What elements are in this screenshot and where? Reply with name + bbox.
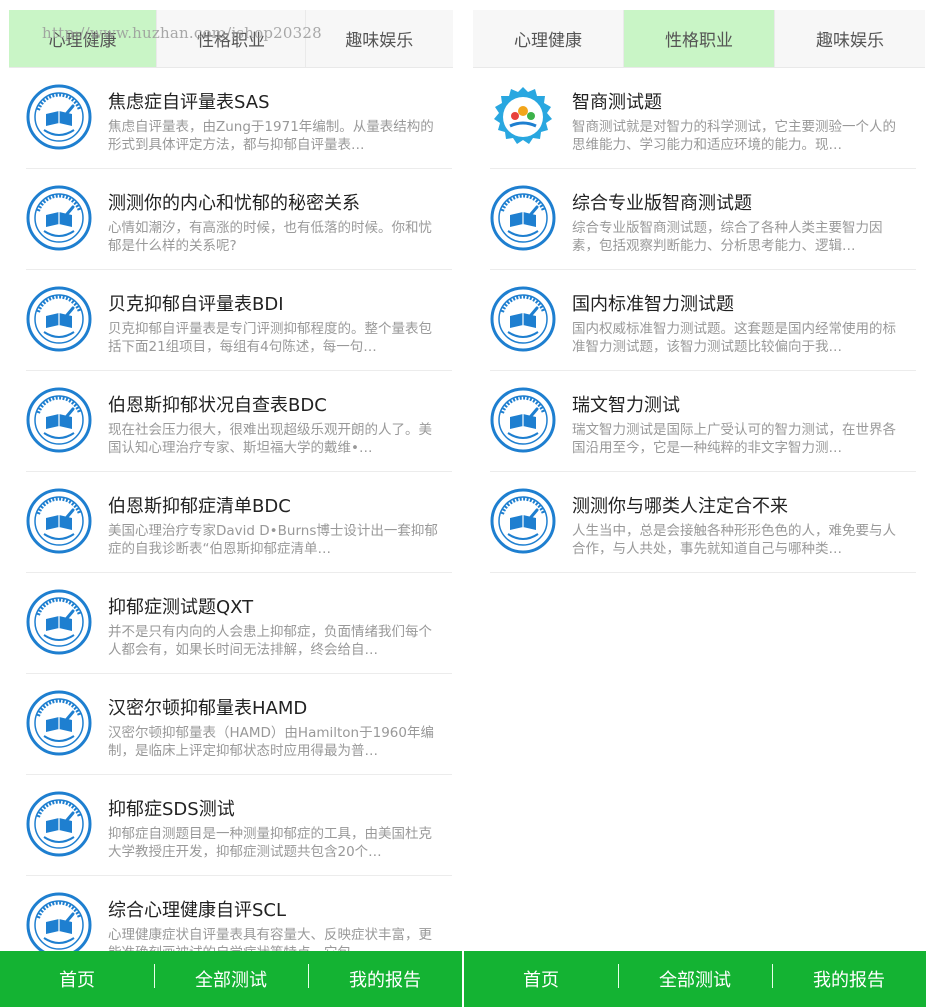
test-list-item[interactable]: 国内标准智力测试题国内权威标准智力测试题。这套题是国内经常使用的标准智力测试题，… (490, 270, 916, 371)
tab-mental-health[interactable]: 心理健康 (473, 10, 624, 67)
nav-home[interactable]: 首页 (464, 966, 618, 992)
test-logo-icon (26, 185, 92, 251)
test-description: 国内权威标准智力测试题。这套题是国内经常使用的标准智力测试题，该智力测试题比较偏… (572, 321, 896, 355)
left-screen: 心理健康 性格职业 趣味娱乐 http://www.huzhan.com/ish… (0, 0, 462, 1007)
test-description: 现在社会压力很大，很难出现超级乐观开朗的人了。美国认知心理治疗专家、斯坦福大学的… (108, 422, 432, 456)
test-logo-icon (490, 185, 556, 251)
test-list-item[interactable]: 测测你与哪类人注定合不来人生当中，总是会接触各种形形色色的人，难免要与人合作，与… (490, 472, 916, 573)
test-description: 汉密尔顿抑郁量表（HAMD）由Hamilton于1960年编制，是临床上评定抑郁… (108, 725, 434, 759)
test-logo-icon (26, 589, 92, 655)
test-description: 心情如潮汐，有高涨的时候，也有低落的时候。你和忧郁是什么样的关系呢? (108, 220, 432, 254)
test-title: 汉密尔顿抑郁量表HAMD (108, 698, 308, 719)
test-description: 抑郁症自测题目是一种测量抑郁症的工具，由美国杜克大学教授庄开发，抑郁症测试题共包… (108, 826, 432, 860)
test-logo-icon (26, 387, 92, 453)
test-title: 测测你的内心和忧郁的秘密关系 (108, 193, 360, 214)
test-description: 并不是只有内向的人会患上抑郁症，负面情绪我们每个人都会有，如果长时间无法排解，终… (108, 624, 432, 658)
test-logo-icon (490, 488, 556, 554)
test-description: 贝克抑郁自评量表是专门评测抑郁程度的。整个量表包括下面21组项目，每组有4句陈述… (108, 321, 432, 355)
test-list-item[interactable]: 综合专业版智商测试题综合专业版智商测试题，综合了各种人类主要智力因素，包括观察判… (490, 169, 916, 270)
test-list-item[interactable]: 抑郁症SDS测试抑郁症自测题目是一种测量抑郁症的工具，由美国杜克大学教授庄开发，… (26, 775, 452, 876)
test-logo-icon (26, 892, 92, 958)
test-title: 综合心理健康自评SCL (108, 900, 287, 921)
test-title: 综合专业版智商测试题 (572, 193, 752, 214)
kids-logo-icon (490, 84, 556, 150)
test-title: 抑郁症测试题QXT (108, 597, 254, 618)
test-list-item[interactable]: 伯恩斯抑郁状况自查表BDC 现在社会压力很大，很难出现超级乐观开朗的人了。美国认知… (26, 371, 452, 472)
test-description: 综合专业版智商测试题，综合了各种人类主要智力因素，包括观察判断能力、分析思考能力… (572, 220, 883, 254)
test-list-item[interactable]: 焦虑症自评量表SAS 焦虑自评量表，由Zung于1971年编制。从量表结构的形式到… (26, 68, 452, 169)
test-title: 焦虑症自评量表SAS (108, 92, 270, 113)
test-list: 焦虑症自评量表SAS 焦虑自评量表，由Zung于1971年编制。从量表结构的形式到… (26, 68, 452, 977)
test-title: 抑郁症SDS测试 (108, 799, 235, 820)
tab-personality-career[interactable]: 性格职业 (157, 10, 306, 67)
tab-fun-entertainment[interactable]: 趣味娱乐 (306, 10, 453, 67)
test-description: 美国心理治疗专家David D•Burns博士设计出一套抑郁症的自我诊断表“伯恩… (108, 523, 438, 557)
test-title: 国内标准智力测试题 (572, 294, 734, 315)
test-list-item[interactable]: 伯恩斯抑郁症清单BDC 美国心理治疗专家David D•Burns博士设计出一套抑… (26, 472, 452, 573)
bottom-nav: 首页 全部测试 我的报告 (464, 951, 926, 1007)
category-tabs: 心理健康 性格职业 趣味娱乐 (9, 10, 453, 68)
test-logo-icon (26, 84, 92, 150)
right-screen: 心理健康 性格职业 趣味娱乐 智商测试题智商测试就是对智力的科学测试，它主要测验… (464, 0, 926, 1007)
test-logo-icon (26, 488, 92, 554)
test-title: 伯恩斯抑郁状况自查表BDC (108, 395, 327, 416)
bottom-nav: 首页 全部测试 我的报告 (0, 951, 462, 1007)
test-title: 瑞文智力测试 (572, 395, 680, 416)
test-logo-icon (490, 387, 556, 453)
screenshot-stage: 心理健康 性格职业 趣味娱乐 http://www.huzhan.com/ish… (0, 0, 926, 1007)
test-list: 智商测试题智商测试就是对智力的科学测试，它主要测验一个人的思维能力、学习能力和适… (490, 68, 916, 573)
tab-mental-health[interactable]: 心理健康 (9, 10, 158, 67)
test-title: 贝克抑郁自评量表BDI (108, 294, 284, 315)
test-list-item[interactable]: 测测你的内心和忧郁的秘密关系心情如潮汐，有高涨的时候，也有低落的时候。你和忧郁是… (26, 169, 452, 270)
nav-home[interactable]: 首页 (0, 966, 154, 992)
test-logo-icon (26, 791, 92, 857)
test-title: 智商测试题 (572, 92, 662, 113)
test-description: 人生当中，总是会接触各种形形色色的人，难免要与人合作，与人共处，事先就知道自己与… (572, 523, 896, 557)
nav-my-reports[interactable]: 我的报告 (772, 964, 926, 992)
tab-personality-career[interactable]: 性格职业 (624, 10, 775, 67)
category-tabs: 心理健康 性格职业 趣味娱乐 (473, 10, 925, 68)
test-list-item[interactable]: 智商测试题智商测试就是对智力的科学测试，它主要测验一个人的思维能力、学习能力和适… (490, 68, 916, 169)
test-list-item[interactable]: 抑郁症测试题QXT 并不是只有内向的人会患上抑郁症，负面情绪我们每个人都会有，如果… (26, 573, 452, 674)
test-title: 伯恩斯抑郁症清单BDC (108, 496, 291, 517)
test-description: 焦虑自评量表，由Zung于1971年编制。从量表结构的形式到具体评定方法，都与抑… (108, 119, 434, 153)
test-logo-icon (26, 690, 92, 756)
test-list-item[interactable]: 汉密尔顿抑郁量表HAMD 汉密尔顿抑郁量表（HAMD）由Hamilton于1960… (26, 674, 452, 775)
test-logo-icon (26, 286, 92, 352)
test-description: 智商测试就是对智力的科学测试，它主要测验一个人的思维能力、学习能力和适应环境的能… (572, 119, 896, 153)
test-logo-icon (490, 286, 556, 352)
test-list-item[interactable]: 瑞文智力测试瑞文智力测试是国际上广受认可的智力测试，在世界各国沿用至今，它是一种… (490, 371, 916, 472)
test-list-item[interactable]: 贝克抑郁自评量表BDI 贝克抑郁自评量表是专门评测抑郁程度的。整个量表包括下面21… (26, 270, 452, 371)
test-description: 瑞文智力测试是国际上广受认可的智力测试，在世界各国沿用至今，它是一种纯粹的非文字… (572, 422, 896, 456)
nav-all-tests[interactable]: 全部测试 (618, 964, 772, 992)
nav-my-reports[interactable]: 我的报告 (308, 964, 462, 992)
nav-all-tests[interactable]: 全部测试 (154, 964, 308, 992)
tab-fun-entertainment[interactable]: 趣味娱乐 (775, 10, 925, 67)
test-title: 测测你与哪类人注定合不来 (572, 496, 788, 517)
